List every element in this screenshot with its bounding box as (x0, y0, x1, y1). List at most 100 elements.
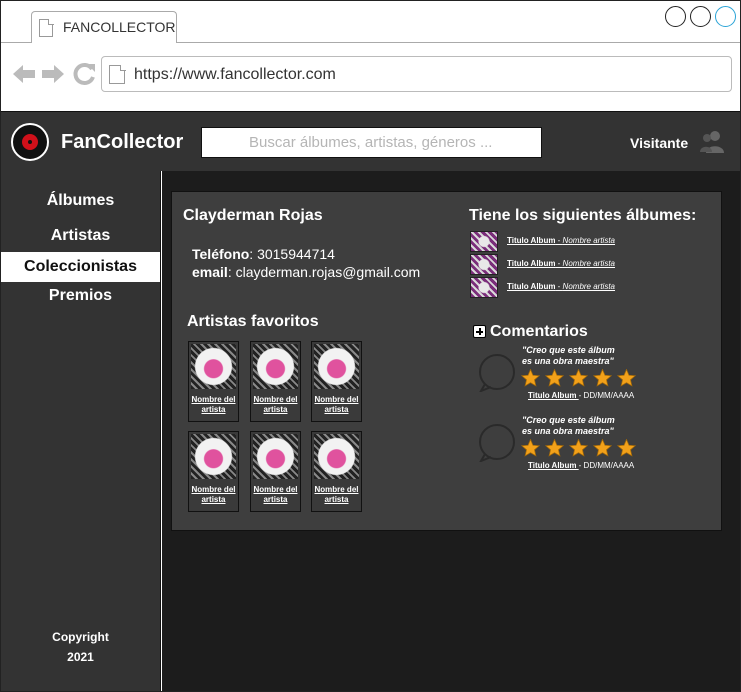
app-header: FanCollector Visitante (1, 111, 740, 171)
url-text: https://www.fancollector.com (134, 66, 336, 83)
star-icon (521, 439, 540, 457)
artist-name-link[interactable]: Nombre del artista (189, 485, 238, 505)
star-icon (569, 439, 588, 457)
search-input[interactable] (202, 128, 541, 157)
artist-card[interactable]: Nombre del artista (188, 341, 239, 422)
copyright: Copyright 2021 (1, 627, 160, 667)
star-icon (617, 369, 636, 387)
window-maximize-button[interactable] (690, 6, 711, 27)
album-link[interactable]: Titulo Album - Nombre artista (507, 236, 615, 245)
album-link[interactable]: Titulo Album - Nombre artista (507, 259, 615, 268)
main-content: Clayderman Rojas Teléfono: 3015944714 em… (162, 171, 740, 691)
copyright-label: Copyright (52, 630, 109, 644)
phone-value: 3015944714 (257, 246, 335, 262)
comment-text: "Creo que este álbum es una obra maestra… (522, 345, 642, 367)
window-minimize-button[interactable] (665, 6, 686, 27)
forward-arrow-icon[interactable] (40, 61, 66, 87)
comment-line: es una obra maestra" (522, 356, 614, 366)
back-arrow-icon[interactable] (11, 61, 37, 87)
comment-line: es una obra maestra" (522, 426, 614, 436)
collector-name: Clayderman Rojas (183, 207, 323, 224)
album-separator: - (555, 236, 563, 245)
album-title: Titulo Album (507, 282, 556, 291)
album-cover-image (470, 277, 498, 298)
browser-window: FANCOLLECTOR https://www.fancollector.co… (0, 0, 741, 692)
album-title: Titulo Album (507, 259, 556, 268)
tab-title: FANCOLLECTOR (63, 19, 176, 35)
speech-bubble-icon (479, 354, 515, 392)
contact-info: Teléfono: 3015944714 email: clayderman.r… (192, 245, 420, 281)
album-artist: Nombre artista (562, 236, 616, 245)
phone-line: Teléfono: 3015944714 (192, 246, 335, 262)
comments-title: Comentarios (490, 323, 588, 340)
artist-name-link[interactable]: Nombre del artista (189, 395, 238, 415)
browser-chrome: FANCOLLECTOR https://www.fancollector.co… (1, 1, 740, 111)
artist-image (253, 344, 298, 389)
comment-album-link[interactable]: Titulo Album (528, 391, 579, 400)
comment-line: "Creo que este álbum (522, 415, 615, 425)
album-link[interactable]: Titulo Album - Nombre artista (507, 282, 615, 291)
comment-meta: Titulo Album - DD/MM/AAAA (528, 461, 634, 470)
artist-name-link[interactable]: Nombre del artista (251, 395, 300, 415)
artist-image (191, 434, 236, 479)
window-close-button[interactable] (715, 6, 736, 27)
browser-tab[interactable]: FANCOLLECTOR (31, 11, 177, 43)
star-icon (617, 439, 636, 457)
artist-name-link[interactable]: Nombre del artista (312, 485, 361, 505)
album-artist: Nombre artista (562, 259, 616, 268)
artist-name-link[interactable]: Nombre del artista (312, 395, 361, 415)
add-comment-plus-icon[interactable] (473, 325, 486, 338)
collector-profile-panel: Clayderman Rojas Teléfono: 3015944714 em… (171, 191, 722, 531)
album-title: Titulo Album (507, 236, 556, 245)
sidebar-item-coleccionistas[interactable]: Coleccionistas (1, 252, 160, 282)
star-icon (569, 369, 588, 387)
comment-date: - DD/MM/AAAA (578, 461, 635, 470)
sidebar-item-premios[interactable]: Premios (1, 281, 160, 311)
star-icon (593, 369, 612, 387)
user-label[interactable]: Visitante (630, 135, 688, 151)
speech-bubble-icon (479, 424, 515, 462)
artist-image (253, 434, 298, 479)
artist-card[interactable]: Nombre del artista (311, 341, 362, 422)
users-icon[interactable] (699, 130, 725, 154)
artist-card[interactable]: Nombre del artista (250, 341, 301, 422)
email-line: email: clayderman.rojas@gmail.com (192, 264, 421, 280)
artist-card[interactable]: Nombre del artista (311, 431, 362, 512)
album-separator: - (555, 259, 563, 268)
navigation-buttons (11, 61, 97, 87)
sidebar-item-artistas[interactable]: Artistas (1, 221, 160, 251)
album-cover-image (470, 254, 498, 275)
comment-line: "Creo que este álbum (522, 345, 615, 355)
artist-name-link[interactable]: Nombre del artista (251, 485, 300, 505)
page-icon (109, 64, 126, 84)
vinyl-record-logo-icon[interactable] (11, 123, 49, 161)
artist-image (314, 344, 359, 389)
document-icon (39, 18, 54, 37)
search-box[interactable] (201, 127, 542, 158)
email-value: clayderman.rojas@gmail.com (235, 264, 421, 280)
artist-image (314, 434, 359, 479)
favorite-artists-title: Artistas favoritos (187, 313, 319, 330)
artist-card[interactable]: Nombre del artista (188, 431, 239, 512)
albums-title: Tiene los siguientes álbumes: (469, 207, 697, 224)
star-icon (521, 369, 540, 387)
phone-label: Teléfono (192, 246, 250, 262)
artist-card[interactable]: Nombre del artista (250, 431, 301, 512)
comment-meta: Titulo Album - DD/MM/AAAA (528, 391, 634, 400)
comment-album-link[interactable]: Titulo Album (528, 461, 579, 470)
brand-name[interactable]: FanCollector (61, 131, 183, 154)
comment-item: "Creo que este álbum es una obra maestra… (477, 415, 717, 475)
album-separator: - (555, 282, 563, 291)
sidebar-item-albumes[interactable]: Álbumes (1, 186, 160, 216)
album-artist: Nombre artista (562, 282, 616, 291)
album-cover-image (470, 231, 498, 252)
reload-icon[interactable] (71, 61, 97, 87)
star-icon (545, 439, 564, 457)
comment-date: - DD/MM/AAAA (578, 391, 635, 400)
comment-item: "Creo que este álbum es una obra maestra… (477, 345, 717, 405)
address-bar[interactable]: https://www.fancollector.com (101, 56, 732, 92)
comment-text: "Creo que este álbum es una obra maestra… (522, 415, 642, 437)
email-label: email (192, 264, 228, 280)
star-icon (593, 439, 612, 457)
artist-image (191, 344, 236, 389)
